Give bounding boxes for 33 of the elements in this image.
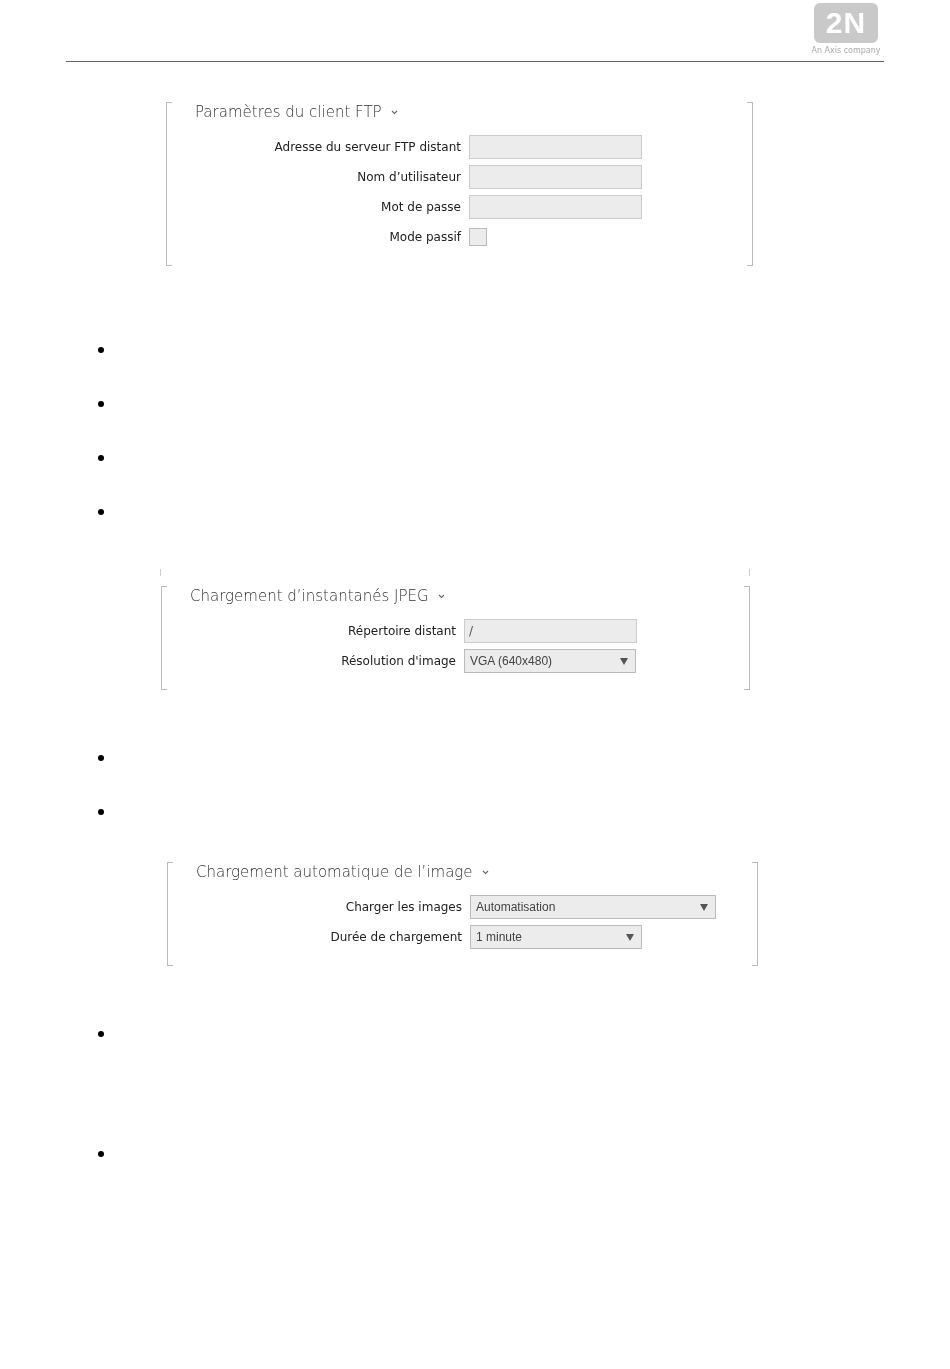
section-title: Chargement d’instantanés JPEG: [188, 587, 431, 605]
bullet: [98, 455, 104, 461]
chevron-down-icon[interactable]: [481, 869, 489, 875]
field-label: Mot de passe: [380, 200, 461, 214]
bullet: [98, 509, 104, 515]
bullet: [98, 1151, 104, 1157]
caret-icon: [620, 657, 628, 665]
dropdown[interactable]: VGA (640x480): [464, 649, 636, 673]
bullet: [98, 347, 104, 353]
chevron-down-icon[interactable]: [437, 593, 445, 599]
text-field[interactable]: [469, 165, 642, 189]
logo-tagline: An Axis company: [811, 46, 881, 55]
text-field[interactable]: /: [464, 619, 637, 643]
text-field[interactable]: [469, 135, 642, 159]
chevron-down-icon[interactable]: [390, 109, 398, 115]
field-label: Répertoire distant: [347, 624, 456, 638]
field-label: Charger les images: [344, 900, 462, 914]
checkbox[interactable]: [469, 228, 487, 246]
field-label: Résolution d'image: [340, 654, 456, 668]
caret-icon: [626, 933, 634, 941]
field-label: Adresse du serveur FTP distant: [273, 140, 461, 154]
field-label: Nom d’utilisateur: [356, 170, 461, 184]
bullet: [98, 809, 104, 815]
caret-icon: [700, 903, 708, 911]
field-label: Mode passif: [388, 230, 461, 244]
bullet: [98, 755, 104, 761]
bullet: [98, 1031, 104, 1037]
dropdown[interactable]: 1 minute: [470, 925, 642, 949]
section-title: Chargement automatique de l’image: [194, 863, 475, 881]
field-label: Durée de chargement: [329, 930, 462, 944]
dropdown[interactable]: Automatisation: [470, 895, 716, 919]
text-field[interactable]: [469, 195, 642, 219]
bullet: [98, 401, 104, 407]
